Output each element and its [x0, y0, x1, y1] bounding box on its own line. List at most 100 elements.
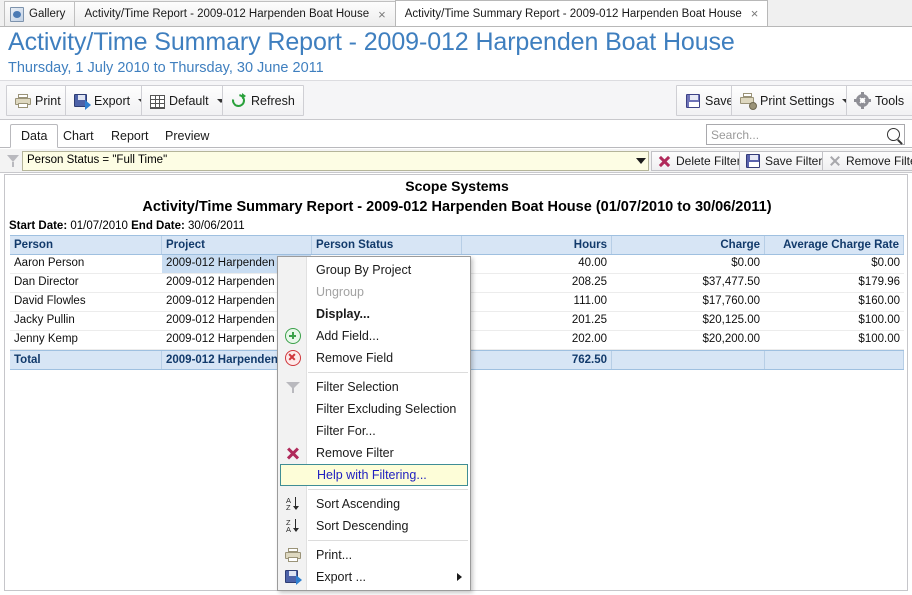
menu-item-remove-filter[interactable]: Remove Filter	[278, 442, 470, 464]
printer-icon	[15, 93, 31, 109]
search-icon[interactable]	[887, 128, 900, 141]
menu-item-label: Add Field...	[316, 329, 380, 343]
document-tab-bar: Gallery Activity/Time Report - 2009-012 …	[0, 0, 912, 27]
cell-person[interactable]: David Flowles	[10, 293, 162, 311]
column-header-person[interactable]: Person	[10, 236, 162, 254]
menu-item-add-field[interactable]: Add Field...	[278, 325, 470, 347]
cell-charge[interactable]: $0.00	[612, 255, 765, 273]
cell-charge[interactable]: $20,125.00	[612, 312, 765, 330]
menu-item-filter-for[interactable]: Filter For...	[278, 420, 470, 442]
column-header-person-status[interactable]: Person Status	[312, 236, 462, 254]
save-filter-button[interactable]: Save Filter	[739, 151, 830, 171]
menu-item-remove-field[interactable]: Remove Field	[278, 347, 470, 369]
cell-average-charge-rate[interactable]: $100.00	[765, 331, 904, 349]
save-button-label: Save	[705, 93, 734, 108]
filter-bar: Person Status = "Full Time" Delete Filte…	[0, 149, 912, 173]
tools-button-label: Tools	[875, 93, 905, 108]
remove-filter-button[interactable]: Remove Filter	[822, 151, 912, 171]
default-layout-button[interactable]: Default	[141, 85, 234, 116]
close-icon[interactable]: ×	[378, 8, 386, 21]
column-header-project[interactable]: Project	[162, 236, 312, 254]
tab-preview[interactable]: Preview	[155, 124, 219, 148]
save-filter-label: Save Filter	[765, 154, 823, 168]
remove-filter-label: Remove Filter	[846, 154, 912, 168]
export-icon	[74, 93, 91, 110]
sort-az-icon: A Z	[285, 496, 301, 512]
tools-button[interactable]: Tools	[846, 85, 912, 116]
end-date-label: End Date:	[131, 220, 185, 232]
cell-average-charge-rate[interactable]: $179.96	[765, 274, 904, 292]
export-icon	[285, 569, 302, 585]
cell-person[interactable]: Jenny Kemp	[10, 331, 162, 349]
application-window: Gallery Activity/Time Report - 2009-012 …	[0, 0, 912, 595]
chevron-down-icon[interactable]	[636, 158, 646, 164]
cell-average-charge-rate[interactable]: $100.00	[765, 312, 904, 330]
cell-charge[interactable]: $17,760.00	[612, 293, 765, 311]
menu-item-print[interactable]: Print...	[278, 544, 470, 566]
column-header-hours[interactable]: Hours	[462, 236, 612, 254]
gallery-icon	[10, 6, 24, 22]
page-subtitle: Thursday, 1 July 2010 to Thursday, 30 Ju…	[8, 60, 324, 76]
total-average-charge-rate	[765, 351, 904, 369]
menu-item-label: Display...	[316, 307, 370, 321]
printer-icon	[285, 547, 301, 563]
tab-gallery[interactable]: Gallery	[4, 1, 76, 26]
cell-person[interactable]: Dan Director	[10, 274, 162, 292]
close-icon[interactable]: ×	[751, 7, 759, 20]
column-header-average-charge-rate[interactable]: Average Charge Rate	[765, 236, 904, 254]
print-settings-button[interactable]: Print Settings	[731, 85, 860, 116]
grid-context-menu: Group By Project Ungroup Display... Add …	[277, 256, 471, 591]
print-button[interactable]: Print	[6, 85, 70, 116]
menu-item-label: Remove Field	[316, 351, 394, 365]
menu-item-display[interactable]: Display...	[278, 303, 470, 325]
cell-hours[interactable]: 40.00	[462, 255, 612, 273]
menu-item-group-by-project[interactable]: Group By Project	[278, 259, 470, 281]
cell-charge[interactable]: $37,477.50	[612, 274, 765, 292]
menu-item-sort-ascending[interactable]: A Z Sort Ascending	[278, 493, 470, 515]
tab-activity-time-summary-report[interactable]: Activity/Time Summary Report - 2009-012 …	[394, 0, 769, 26]
search-input[interactable]: Search...	[706, 124, 905, 145]
refresh-button[interactable]: Refresh	[222, 85, 304, 116]
cell-average-charge-rate[interactable]: $160.00	[765, 293, 904, 311]
cell-hours[interactable]: 201.25	[462, 312, 612, 330]
chevron-right-icon[interactable]	[457, 573, 462, 581]
refresh-button-label: Refresh	[251, 93, 295, 108]
tab-report[interactable]: Report	[101, 124, 159, 148]
sort-letter-bottom: A	[286, 525, 292, 534]
tab-label: Activity/Time Summary Report - 2009-012 …	[404, 7, 742, 20]
cell-hours[interactable]: 208.25	[462, 274, 612, 292]
start-date-label: Start Date:	[9, 220, 68, 232]
tab-chart[interactable]: Chart	[53, 124, 104, 148]
page-title: Activity/Time Summary Report - 2009-012 …	[8, 28, 735, 56]
tab-activity-time-report[interactable]: Activity/Time Report - 2009-012 Harpende…	[74, 1, 396, 26]
menu-item-ungroup: Ungroup	[278, 281, 470, 303]
total-label: Total	[10, 351, 162, 369]
menu-item-label: Filter For...	[316, 424, 376, 438]
export-button-label: Export	[94, 93, 131, 108]
tab-report-label: Report	[111, 129, 149, 143]
column-header-charge[interactable]: Charge	[612, 236, 765, 254]
refresh-icon	[229, 90, 248, 110]
tab-chart-label: Chart	[63, 129, 94, 143]
cell-person[interactable]: Jacky Pullin	[10, 312, 162, 330]
menu-separator	[308, 489, 468, 490]
delete-filter-button[interactable]: Delete Filter	[651, 151, 748, 171]
cell-hours[interactable]: 202.00	[462, 331, 612, 349]
menu-item-label: Filter Excluding Selection	[316, 402, 457, 416]
cell-charge[interactable]: $20,200.00	[612, 331, 765, 349]
filter-expression-input[interactable]: Person Status = "Full Time"	[22, 151, 649, 171]
menu-separator	[308, 372, 468, 373]
menu-item-export[interactable]: Export ...	[278, 566, 470, 588]
menu-item-filter-selection[interactable]: Filter Selection	[278, 376, 470, 398]
cell-average-charge-rate[interactable]: $0.00	[765, 255, 904, 273]
grid-header-row: Person Project Person Status Hours Charg…	[10, 235, 904, 255]
menu-item-help-with-filtering[interactable]: Help with Filtering...	[280, 464, 468, 486]
menu-item-sort-descending[interactable]: Z A Sort Descending	[278, 515, 470, 537]
tab-preview-label: Preview	[165, 129, 210, 143]
cell-person[interactable]: Aaron Person	[10, 255, 162, 273]
menu-item-filter-excluding-selection[interactable]: Filter Excluding Selection	[278, 398, 470, 420]
total-charge	[612, 351, 765, 369]
tab-data[interactable]: Data	[10, 124, 59, 148]
cell-hours[interactable]: 111.00	[462, 293, 612, 311]
report-header: Activity/Time Summary Report - 2009-012 …	[0, 27, 912, 80]
